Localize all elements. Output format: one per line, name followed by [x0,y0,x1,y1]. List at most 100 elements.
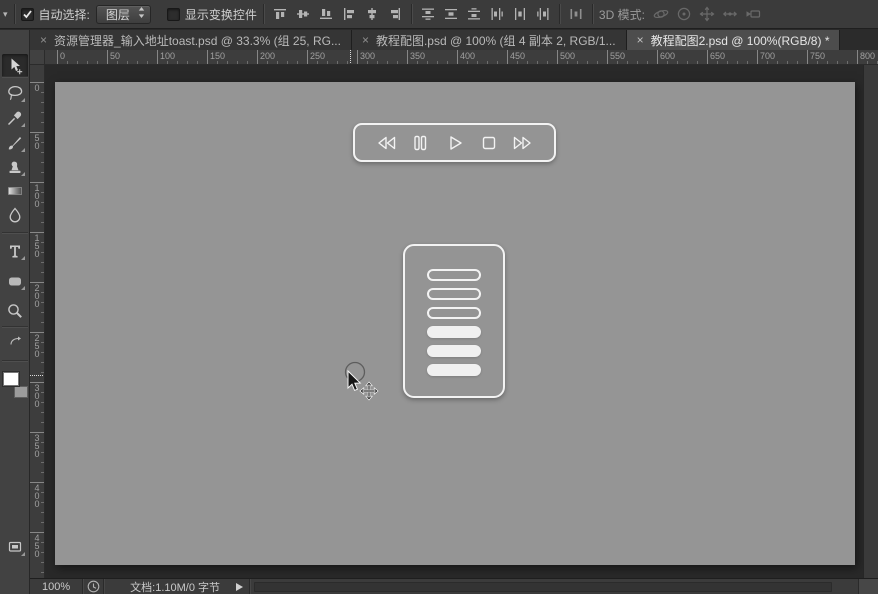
ruler-tick-label: 100 [30,182,44,209]
move-cursor [338,358,380,402]
ruler-tick-label: 200 [257,50,275,64]
ruler-tick-label: 400 [30,482,44,509]
options-bar: ▾ 自动选择: 图层 显示变换控件 3D 模式: [0,0,878,29]
distribute-left-edges-icon[interactable] [487,4,507,24]
status-bar: 100% 文档:1.10M/0 字节 [30,578,878,594]
align-top-edges-icon[interactable] [270,4,290,24]
tool-preset-dropdown[interactable]: ▾ [0,9,8,20]
tab-close-icon[interactable]: × [637,34,644,46]
ruler-tick-label: 600 [657,50,675,64]
3d-mode-icon-group [651,4,763,24]
distribute-bottom-edges-icon[interactable] [464,4,484,24]
tab-label: 教程配图.psd @ 100% (组 4 副本 2, RGB/1... [375,33,616,48]
rewind-icon [375,134,397,152]
separator [249,578,250,594]
screen-mode-button[interactable] [3,536,27,558]
rounded-rectangle-tool[interactable] [3,270,27,292]
type-tool[interactable] [3,240,27,262]
auto-select-label: 自动选择: [38,7,90,22]
layer-dropdown-value: 图层 [105,7,130,22]
vertical-scrollbar[interactable] [863,65,878,578]
move-tool[interactable] [2,54,28,78]
document-info: 文档:1.10M/0 字节 [130,581,220,594]
ruler-tick-label: 450 [30,532,44,559]
tool-separator [2,76,28,77]
swap-colors-icon[interactable] [3,330,27,352]
ruler-corner[interactable] [30,50,45,65]
resize-grip[interactable] [858,578,878,594]
ruler-tick-label: 0 [57,50,65,64]
list-bar-1 [427,269,481,281]
distribute-icon-group [418,4,553,24]
show-transform-option: 显示变换控件 [166,6,257,23]
list-bar-5 [427,345,481,357]
gradient-tool[interactable] [3,180,27,202]
auto-select-checkbox[interactable] [20,7,34,21]
background-color-swatch[interactable] [14,386,28,398]
align-horizontal-centers-icon[interactable] [362,4,382,24]
distribute-spacing-icon[interactable] [566,4,586,24]
vertical-ruler[interactable]: 0 50 100 150 200 250 300 350 400 450 [30,65,45,578]
zoom-tool[interactable] [3,300,27,322]
align-left-edges-icon[interactable] [339,4,359,24]
ruler-tick-label: 350 [30,432,44,459]
ruler-tick-label: 750 [807,50,825,64]
distribute-top-edges-icon[interactable] [418,4,438,24]
distribute-vertical-centers-icon[interactable] [441,4,461,24]
3d-camera-icon[interactable] [743,4,763,24]
tab-close-icon[interactable]: × [362,34,369,46]
show-transform-checkbox[interactable] [166,7,180,21]
arrow-cursor-icon [347,369,362,392]
list-bar-2 [427,288,481,300]
3d-drag-icon[interactable] [697,4,717,24]
ruler-tick-label: 100 [157,50,175,64]
tab-close-icon[interactable]: × [40,34,47,46]
document-tab-2[interactable]: × 教程配图.psd @ 100% (组 4 副本 2, RGB/1... [351,30,627,50]
stop-icon [478,134,500,152]
status-popup-arrow-icon[interactable] [236,582,243,591]
distribute-horizontal-centers-icon[interactable] [510,4,530,24]
fast-forward-icon [512,134,534,152]
align-right-edges-icon[interactable] [385,4,405,24]
3d-rotate-icon[interactable] [651,4,671,24]
ruler-tick-label: 150 [30,232,44,259]
align-vertical-centers-icon[interactable] [293,4,313,24]
layer-select-dropdown[interactable]: 图层 [95,4,151,24]
list-card-mockup[interactable] [403,244,505,398]
distribute-right-edges-icon[interactable] [533,4,553,24]
horizontal-scrollbar[interactable] [254,581,832,592]
ruler-tick-label: 400 [457,50,475,64]
clock-icon [83,577,103,594]
eyedropper-tool[interactable] [3,107,27,129]
ruler-tick-label: 700 [757,50,775,64]
blur-tool[interactable] [3,204,27,226]
workspace-pasteboard [45,65,878,578]
horizontal-ruler[interactable]: 0 50 100 150 200 250 300 350 400 450 500 550 600 650 7… [45,50,878,65]
ruler-tick-label: 450 [507,50,525,64]
ruler-tick-label: 800 [857,50,875,64]
document-tab-1[interactable]: × 资源管理器_输入地址toast.psd @ 33.3% (组 25, RG..… [30,30,352,50]
clone-stamp-tool[interactable] [3,156,27,178]
ruler-tick-label: 550 [607,50,625,64]
move-glyph-icon [359,381,379,401]
list-bar-6 [427,364,481,376]
3d-roll-icon[interactable] [674,4,694,24]
ruler-cursor-mark [350,50,351,64]
separator [591,4,593,24]
foreground-color-swatch[interactable] [3,372,19,386]
ruler-tick-label: 0 [30,82,44,93]
document-tab-3[interactable]: × 教程配图2.psd @ 100%(RGB/8) * [626,30,841,50]
align-bottom-edges-icon[interactable] [316,4,336,24]
align-icon-group [270,4,405,24]
player-controls-mockup[interactable] [353,123,556,162]
zoom-level-field[interactable]: 100% [30,581,82,593]
separator [262,4,264,24]
brush-tool[interactable] [3,132,27,154]
ruler-tick-label: 300 [357,50,375,64]
lasso-tool[interactable] [3,82,27,104]
tool-separator [2,232,28,233]
document-canvas[interactable] [55,82,855,565]
3d-slide-icon[interactable] [720,4,740,24]
separator [13,4,15,24]
color-swatches [3,372,28,398]
